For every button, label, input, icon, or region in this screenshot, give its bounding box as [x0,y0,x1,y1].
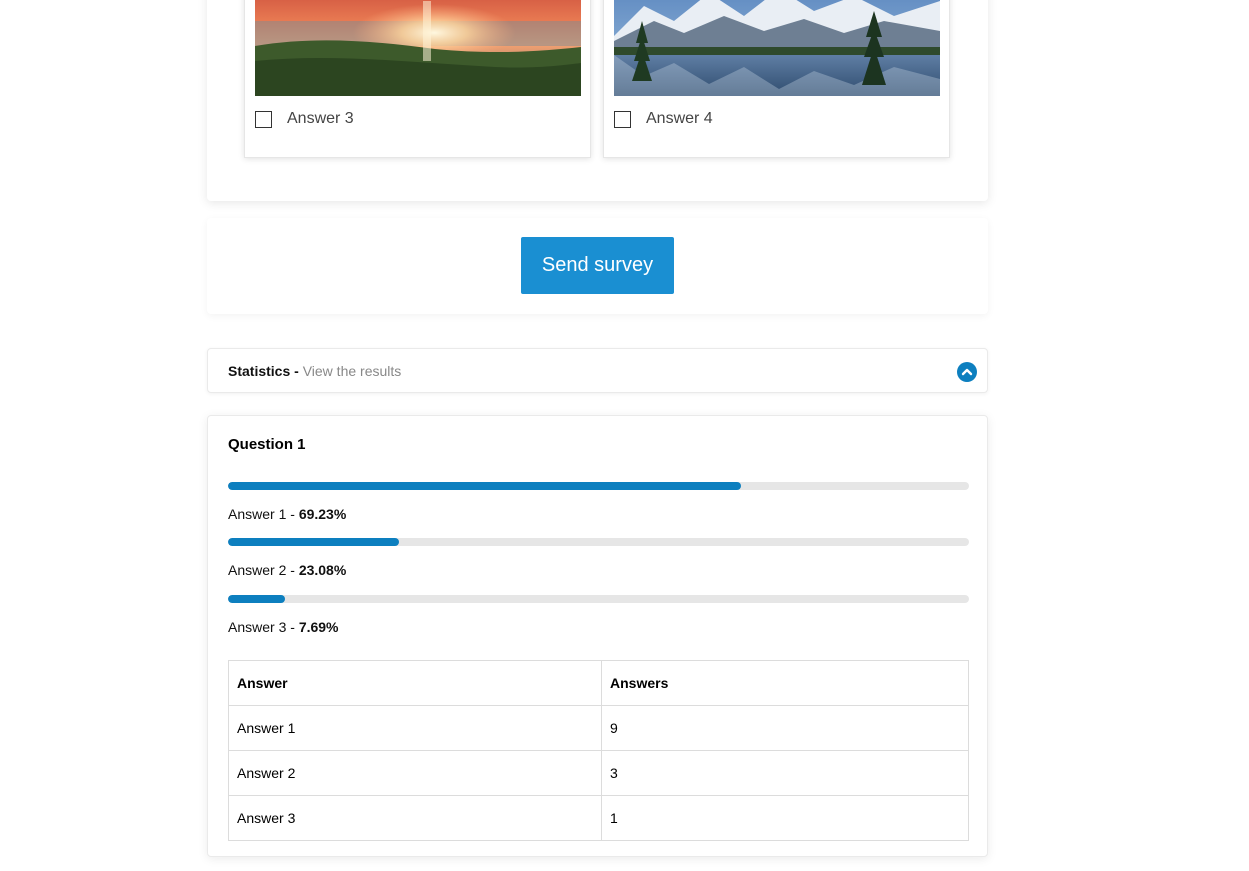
progress-fill [228,482,741,490]
result-percent: 69.23% [298,506,347,522]
table-cell: 3 [601,750,969,796]
progress-track [228,482,969,490]
result-separator: - [286,619,299,635]
statistics-subtitle: View the results [302,363,402,379]
send-survey-panel: Send survey [207,218,988,314]
progress-fill [228,538,400,546]
answer-3-checkbox[interactable] [255,111,272,128]
send-survey-button[interactable]: Send survey [521,237,674,294]
result-label: Answer 1 - 69.23% [228,506,969,522]
progress-fill [228,595,285,603]
statistics-title-label: Statistics - [228,363,299,379]
result-row: Answer 3 - 7.69% [228,595,969,635]
result-row: Answer 1 - 69.23% [228,482,969,522]
table-cell: 1 [601,795,969,841]
table-cell: Answer 1 [228,705,602,751]
progress-track [228,595,969,603]
progress-track [228,538,969,546]
answers-card: Answer 3 Answer 4 [207,0,988,201]
result-percent: 23.08% [298,562,347,578]
table-cell: 9 [601,705,969,751]
chevron-up-icon[interactable] [957,362,977,382]
result-answer: Answer 3 [228,619,287,635]
answer-4-checkbox[interactable] [614,111,631,128]
statistics-header[interactable]: Statistics - View the results [207,348,988,393]
table-row: Answer 2 3 [228,750,969,796]
column-header-answers: Answers [601,660,969,706]
sunset-over-sea-photo [255,0,581,96]
results-table: Answer Answers Answer 1 9 Answer 2 3 Ans… [228,660,969,841]
result-percent: 7.69% [298,619,339,635]
result-row: Answer 2 - 23.08% [228,538,969,578]
result-separator: - [286,562,299,578]
table-cell: Answer 3 [228,795,602,841]
table-header-row: Answer Answers [228,660,969,706]
statistics-title: Statistics - View the results [228,363,401,379]
result-label: Answer 3 - 7.69% [228,619,969,635]
answer-4-label: Answer 4 [646,110,713,127]
results-card: Question 1 Answer 1 - 69.23% Answer 2 - … [207,415,988,857]
result-separator: - [286,506,299,522]
answer-3-label: Answer 3 [287,110,354,127]
result-answer: Answer 1 [228,506,287,522]
result-answer: Answer 2 [228,562,287,578]
mountain-lake-photo [614,0,940,96]
answer-tile-3[interactable]: Answer 3 [244,0,591,158]
result-label: Answer 2 - 23.08% [228,562,969,578]
table-cell: Answer 2 [228,750,602,796]
table-row: Answer 1 9 [228,705,969,751]
table-row: Answer 3 1 [228,795,969,841]
column-header-answer: Answer [228,660,602,706]
question-title: Question 1 [228,436,306,453]
answer-tile-4[interactable]: Answer 4 [603,0,950,158]
survey-page: Answer 3 Answer 4 Send survey Statistics… [0,0,1249,871]
